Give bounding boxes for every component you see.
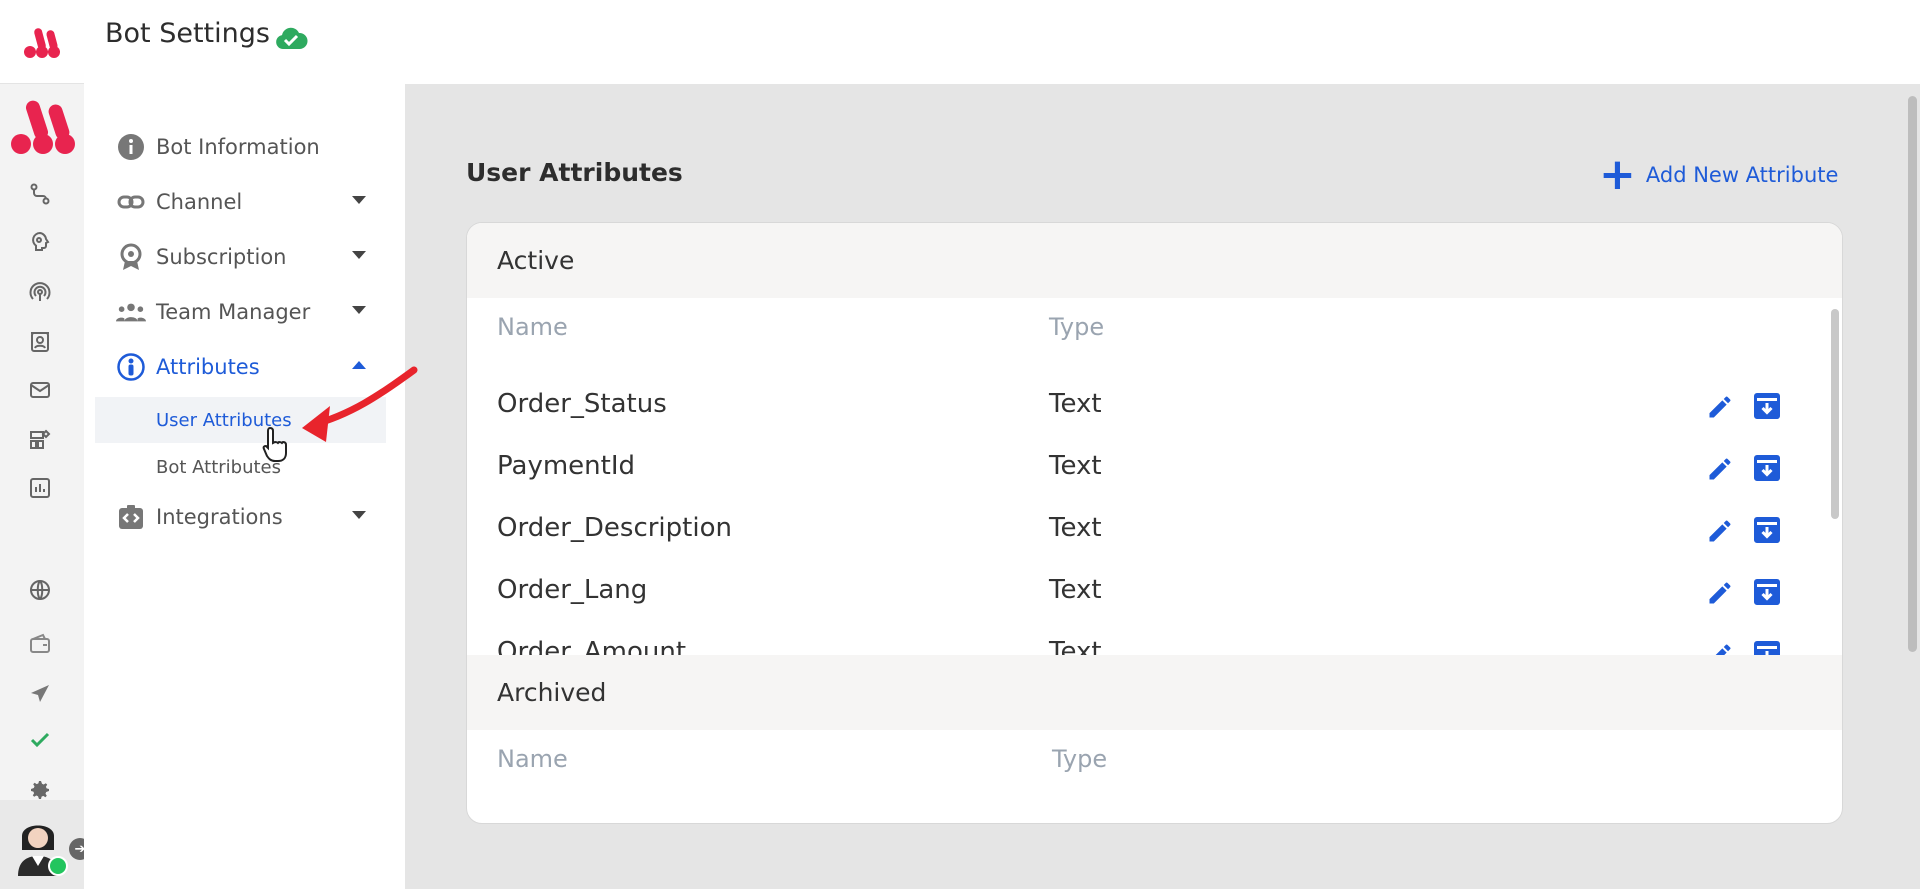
attribute-name: PaymentId [497, 451, 635, 481]
menu-item-team-manager[interactable]: Team Manager [116, 292, 366, 332]
cloud-check-icon [276, 27, 308, 49]
flow-icon[interactable] [22, 176, 58, 212]
add-new-attribute-button[interactable]: + Add New Attribute [1599, 149, 1839, 200]
menu-label: Bot Information [156, 135, 320, 159]
chevron-up-icon [352, 361, 366, 369]
add-button-label: Add New Attribute [1645, 163, 1839, 187]
broadcast-icon[interactable] [22, 274, 58, 310]
globe-icon[interactable] [22, 572, 58, 608]
table-row: PaymentId Text [467, 437, 1842, 499]
chevron-down-icon [352, 251, 366, 259]
widgets-icon[interactable] [22, 422, 58, 458]
analytics-icon[interactable] [22, 470, 58, 506]
list-scrollbar[interactable] [1831, 309, 1839, 519]
active-column-name: Name [497, 313, 568, 341]
team-icon [116, 297, 146, 327]
person-icon [116, 352, 146, 382]
icon-rail: ➔ [0, 0, 91, 889]
brain-icon[interactable] [22, 224, 58, 260]
menu-item-subscription[interactable]: Subscription [116, 237, 366, 277]
archived-group-header: Archived [467, 655, 1842, 730]
attribute-name: Order_Description [497, 513, 732, 543]
archived-column-name: Name [497, 745, 568, 773]
archive-icon[interactable] [1752, 577, 1782, 607]
edit-icon[interactable] [1706, 641, 1734, 655]
menu-item-bot-information[interactable]: Bot Information [116, 127, 366, 167]
menu-label: Team Manager [156, 300, 311, 324]
active-attributes-list[interactable]: Order_Status Text PaymentId Text Order_D… [467, 375, 1842, 655]
edit-icon[interactable] [1706, 579, 1734, 607]
chevron-down-icon [352, 511, 366, 519]
chevron-down-icon [352, 196, 366, 204]
menu-item-integrations[interactable]: Integrations [116, 497, 366, 537]
edit-icon[interactable] [1706, 455, 1734, 483]
archive-icon[interactable] [1752, 391, 1782, 421]
brand-logo [10, 96, 76, 156]
attribute-type: Text [1049, 575, 1102, 605]
table-row: Order_Lang Text [467, 561, 1842, 623]
archive-icon[interactable] [1752, 639, 1782, 655]
active-group-header: Active [467, 223, 1842, 298]
wallet-icon[interactable] [22, 626, 58, 662]
badge-icon [116, 242, 146, 272]
sub-item-user-attributes[interactable]: User Attributes [95, 397, 386, 443]
plus-icon: + [1599, 149, 1636, 200]
edit-icon[interactable] [1706, 393, 1734, 421]
attributes-card: Active Name Type Order_Status Text Payme… [466, 222, 1843, 824]
table-row: Order_Description Text [467, 499, 1842, 561]
chevron-down-icon [352, 306, 366, 314]
attribute-name: Order_Amount [497, 637, 687, 655]
page-scrollbar[interactable] [1908, 96, 1917, 652]
edit-icon[interactable] [1706, 517, 1734, 545]
section-title: User Attributes [466, 158, 683, 187]
online-status-dot [48, 856, 68, 876]
attribute-name: Order_Status [497, 389, 667, 419]
table-row: Order_Status Text [467, 375, 1842, 437]
main-content: User Attributes + Add New Attribute Acti… [405, 84, 1920, 889]
brand-logo-small[interactable] [0, 0, 84, 84]
info-icon [116, 132, 146, 162]
attribute-type: Text [1049, 513, 1102, 543]
settings-menu: Bot Information Channel Subscription Tea… [84, 84, 405, 889]
menu-label: Integrations [156, 505, 283, 529]
archive-icon[interactable] [1752, 515, 1782, 545]
send-icon[interactable] [22, 676, 58, 712]
table-row: Order_Amount Text [467, 623, 1842, 655]
active-column-type: Type [1049, 313, 1105, 341]
check-icon[interactable] [22, 722, 58, 758]
sub-item-bot-attributes[interactable]: Bot Attributes [95, 444, 386, 490]
menu-label: Channel [156, 190, 243, 214]
menu-label: Subscription [156, 245, 287, 269]
menu-label: Attributes [156, 355, 260, 379]
attribute-type: Text [1049, 389, 1102, 419]
page-title: Bot Settings [105, 18, 270, 49]
archived-column-type: Type [1052, 745, 1108, 773]
link-icon [116, 187, 146, 217]
contacts-icon[interactable] [22, 324, 58, 360]
top-header: Bot Settings [84, 0, 1920, 84]
attribute-type: Text [1049, 451, 1102, 481]
integration-icon [116, 502, 146, 532]
menu-item-channel[interactable]: Channel [116, 182, 366, 222]
menu-item-attributes[interactable]: Attributes [116, 347, 366, 387]
mail-icon[interactable] [22, 372, 58, 408]
attribute-name: Order_Lang [497, 575, 648, 605]
attribute-type: Text [1049, 637, 1102, 655]
archive-icon[interactable] [1752, 453, 1782, 483]
